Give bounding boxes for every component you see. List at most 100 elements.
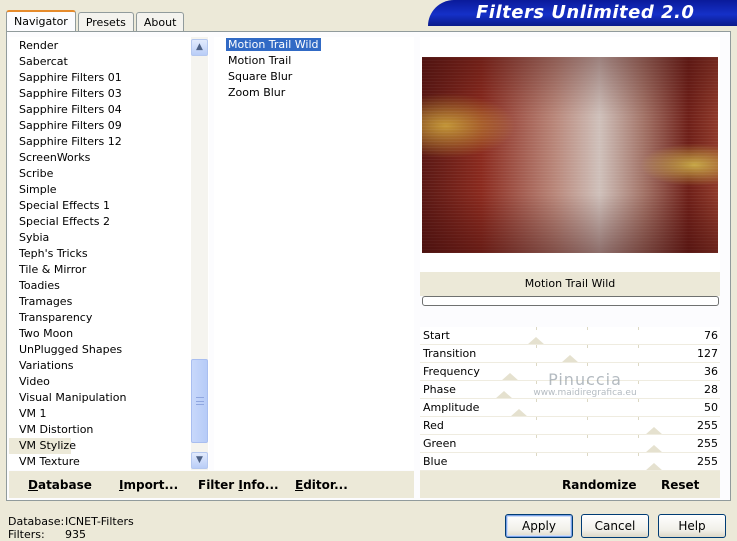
filter-item[interactable]: Motion Trail [214,53,414,69]
scrollbar-thumb[interactable] [191,359,208,443]
tab-about[interactable]: About [135,12,185,32]
category-item[interactable]: Variations [9,358,191,374]
category-item[interactable]: Special Effects 2 [9,214,191,230]
slider-tick [536,417,538,420]
category-item[interactable]: Toadies [9,278,191,294]
slider-tick [536,363,538,366]
database-label: atabase [37,478,92,492]
preview-filter-title: Motion Trail Wild [420,272,720,296]
param-label: Blue [423,455,448,468]
tab-presets[interactable]: Presets [77,12,134,32]
param-value: 127 [697,347,718,360]
param-label: Start [423,329,450,342]
database-info-label: Database: [8,515,65,528]
filters-count-label: Filters: [8,528,45,541]
param-value: 50 [704,401,718,414]
preview-shading [422,57,718,253]
slider-tick [536,327,538,330]
import-button[interactable]: Import... [119,478,178,492]
category-item[interactable]: Special Effects 1 [9,198,191,214]
category-item[interactable]: Sybia [9,230,191,246]
slider-tick [536,345,538,348]
category-item[interactable]: Transparency [9,310,191,326]
param-label: Amplitude [423,401,480,414]
param-value: 255 [697,437,718,450]
category-item[interactable]: Scribe [9,166,191,182]
category-list[interactable]: Render Sabercat Sapphire Filters 01 Sapphir… [9,37,209,470]
category-item[interactable]: Video [9,374,191,390]
filter-item[interactable]: Motion Trail Wild [214,37,414,53]
slider-tick [638,327,640,330]
filter-info-prefix: Filter [198,478,239,492]
tab-navigator[interactable]: Navigator [6,10,76,32]
param-value: 36 [704,365,718,378]
category-item[interactable]: VM Distortion [9,422,191,438]
category-item[interactable]: Render [9,38,191,54]
watermark: Pinuccia www.maidiregrafica.eu [510,370,660,398]
slider-tick [586,417,588,420]
category-item[interactable]: Sabercat [9,54,191,70]
filter-item-label: Motion Trail Wild [226,38,321,51]
chevron-down-icon: ▼ [196,455,203,465]
grip-icon [196,397,204,405]
param-label: Green [423,437,457,450]
filter-item-label: Zoom Blur [228,86,286,99]
randomize-button[interactable]: Randomize [562,478,636,492]
param-row[interactable]: Red 255 [420,417,720,435]
database-button[interactable]: Database [28,478,92,492]
slider-tick [638,399,640,402]
category-item[interactable]: UnPlugged Shapes [9,342,191,358]
param-row[interactable]: Amplitude 50 [420,399,720,417]
category-item[interactable]: VM Texture [9,454,191,470]
parameter-panel: Start 76 Transition 127 Frequency 36 Phase 28 Am… [420,327,720,471]
apply-button[interactable]: Apply [505,514,573,538]
param-value: 255 [697,455,718,468]
progress-bar [422,296,719,306]
right-toolbar: Randomize Reset [420,471,720,498]
param-row[interactable]: Green 255 [420,435,720,453]
category-item[interactable]: Two Moon [9,326,191,342]
param-row[interactable]: Blue 255 [420,453,720,471]
slider-tick [536,453,538,456]
filter-item[interactable]: Zoom Blur [214,85,414,101]
app-title-banner: Filters Unlimited 2.0 [428,0,737,26]
slider-tick [586,435,588,438]
category-list-items: Render Sabercat Sapphire Filters 01 Sapphir… [9,38,191,470]
category-item[interactable]: Visual Manipulation [9,390,191,406]
category-item[interactable]: Sapphire Filters 04 [9,102,191,118]
editor-button[interactable]: Editor... [295,478,348,492]
category-item[interactable]: Sapphire Filters 12 [9,134,191,150]
database-info-value: ICNET-Filters [65,515,134,528]
slider-tick [638,435,640,438]
preview-area [420,37,720,272]
category-item[interactable]: Sapphire Filters 03 [9,86,191,102]
category-item[interactable]: Tile & Mirror [9,262,191,278]
watermark-url: www.maidiregrafica.eu [533,388,637,398]
category-item[interactable]: Teph's Tricks [9,246,191,262]
scroll-down-button[interactable]: ▼ [191,452,208,469]
category-item[interactable]: VM Stylize [9,438,76,454]
category-item[interactable]: Sapphire Filters 09 [9,118,191,134]
slider-tick [586,345,588,348]
help-button[interactable]: Help [658,514,726,538]
cancel-button[interactable]: Cancel [581,514,649,538]
param-value: 76 [704,329,718,342]
category-scrollbar[interactable]: ▲ ▼ [191,37,208,470]
param-value: 255 [697,419,718,432]
filter-item[interactable]: Square Blur [214,69,414,85]
scroll-up-button[interactable]: ▲ [191,39,208,56]
category-item[interactable]: ScreenWorks [9,150,191,166]
database-info: Database:ICNET-Filters Filters: 935 [8,515,134,541]
filter-item-label: Motion Trail [228,54,292,67]
category-item[interactable]: Sapphire Filters 01 [9,70,191,86]
category-item[interactable]: VM 1 [9,406,191,422]
param-row[interactable]: Start 76 [420,327,720,345]
filter-info-button[interactable]: Filter Info... [198,478,279,492]
reset-button[interactable]: Reset [661,478,699,492]
category-item[interactable]: Simple [9,182,191,198]
param-label: Frequency [423,365,480,378]
param-row[interactable]: Transition 127 [420,345,720,363]
category-item[interactable]: Tramages [9,294,191,310]
param-label: Phase [423,383,456,396]
filter-list[interactable]: Motion Trail Wild Motion Trail Square Blur… [214,37,414,470]
